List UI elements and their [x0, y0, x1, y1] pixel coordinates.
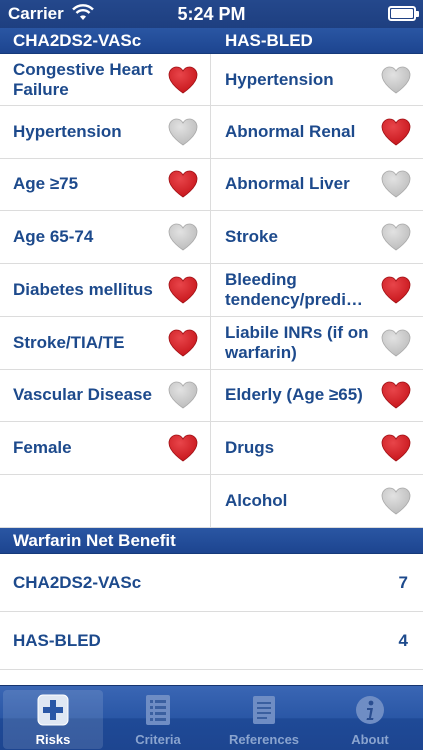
heart-empty-icon[interactable] [167, 222, 199, 252]
tab-label: Risks [35, 732, 71, 747]
heart-empty-icon[interactable] [380, 222, 412, 252]
criterion-vascular-disease[interactable]: Vascular Disease [0, 369, 211, 421]
criterion-label: Vascular Disease [13, 385, 152, 404]
criterion-label: Stroke/TIA/TE [13, 333, 125, 352]
criteria-row: Age ≥75 Abnormal Liver [0, 158, 423, 211]
tab-label: Criteria [135, 732, 181, 747]
heart-filled-icon[interactable] [167, 169, 199, 199]
clock: 5:24 PM [177, 4, 246, 24]
score-header: CHA2DS2-VASc HAS-BLED [0, 28, 423, 54]
heart-filled-icon[interactable] [167, 433, 199, 463]
warfarin-header-title: Warfarin Net Benefit [13, 531, 176, 550]
criterion-label: Stroke [225, 227, 278, 246]
criterion-age-65-74[interactable]: Age 65-74 [0, 211, 211, 263]
criteria-row: Diabetes mellitus Bleeding tendency/predi… [0, 264, 423, 317]
heart-filled-icon[interactable] [380, 275, 412, 305]
heart-empty-icon[interactable] [380, 328, 412, 358]
criterion-label: Drugs [225, 438, 275, 457]
heart-filled-icon[interactable] [380, 380, 412, 410]
criterion-abnormal-renal[interactable]: Abnormal Renal [211, 106, 423, 158]
criterion-label: Age 65-74 [13, 227, 94, 246]
criterion-liabile-inrs-if-on-warfarin[interactable]: Liabile INRs (if on warfarin) [211, 317, 423, 369]
criterion-hypertension[interactable]: Hypertension [0, 106, 211, 158]
plus-icon [37, 694, 69, 726]
tab-bar: Risks Criteria References About [0, 685, 423, 750]
heart-empty-icon[interactable] [167, 380, 199, 410]
score-label: CHA2DS2-VASc [13, 572, 142, 592]
criterion-abnormal-liver[interactable]: Abnormal Liver [211, 158, 423, 210]
criterion-label: Diabetes mellitus [13, 280, 153, 299]
tab-criteria[interactable]: Criteria [108, 690, 208, 749]
criterion-elderly-age-65[interactable]: Elderly (Age ≥65) [211, 369, 423, 421]
tab-risks[interactable]: Risks [3, 690, 103, 749]
tab-label: References [228, 732, 300, 747]
info-icon [356, 696, 384, 724]
criteria-row: Stroke/TIA/TE Liabile INRs (if on warfari… [0, 317, 423, 370]
criterion-label: Elderly (Age ≥65) [225, 385, 363, 404]
criterion-female[interactable]: Female [0, 422, 211, 474]
criteria-row: Hypertension Abnormal Renal [0, 106, 423, 159]
heart-filled-icon[interactable] [167, 65, 199, 95]
heart-filled-icon[interactable] [380, 117, 412, 147]
heart-filled-icon[interactable] [380, 433, 412, 463]
heart-empty-icon[interactable] [380, 486, 412, 516]
criterion-age-75[interactable]: Age ≥75 [0, 158, 211, 210]
criterion-label: Abnormal Liver [225, 174, 350, 193]
list-icon [146, 695, 170, 725]
score-row-cha2ds2-vasc: CHA2DS2-VASc 7 [0, 554, 423, 612]
criteria-row: Congestive Heart Failure Hypertension [0, 54, 423, 106]
criterion-label: Hypertension [225, 70, 334, 89]
empty-cell [0, 475, 211, 527]
criterion-stroke[interactable]: Stroke [211, 211, 423, 263]
criterion-diabetes-mellitus[interactable]: Diabetes mellitus [0, 264, 211, 316]
tab-references[interactable]: References [214, 690, 314, 749]
criterion-drugs[interactable]: Drugs [211, 422, 423, 474]
score-label: HAS-BLED [13, 630, 101, 650]
criterion-hypertension[interactable]: Hypertension [211, 54, 423, 106]
criterion-bleeding-tendency-predi[interactable]: Bleeding tendency/predi… [211, 264, 423, 316]
criteria-row: Vascular Disease Elderly (Age ≥65) [0, 369, 423, 422]
criterion-label: Abnormal Renal [225, 122, 356, 141]
criterion-label: Hypertension [13, 122, 122, 141]
criterion-label: Liabile INRs (if on warfarin) [225, 323, 369, 362]
heart-empty-icon[interactable] [380, 65, 412, 95]
battery-icon [388, 6, 419, 21]
tab-about[interactable]: About [320, 690, 420, 749]
heart-filled-icon[interactable] [167, 328, 199, 358]
heart-empty-icon[interactable] [167, 117, 199, 147]
criterion-congestive-heart-failure[interactable]: Congestive Heart Failure [0, 54, 211, 106]
heart-filled-icon[interactable] [167, 275, 199, 305]
score-value: 7 [398, 572, 408, 592]
document-icon [253, 696, 275, 724]
criterion-label: Female [13, 438, 72, 457]
criterion-label: Age ≥75 [13, 174, 79, 193]
criterion-alcohol[interactable]: Alcohol [211, 475, 423, 527]
status-bar: Carrier 5:24 PM [0, 0, 423, 28]
has-bled-header: HAS-BLED [225, 31, 313, 50]
criterion-label: Alcohol [225, 491, 288, 510]
criteria-row: Alcohol [0, 475, 423, 528]
heart-empty-icon[interactable] [380, 169, 412, 199]
criterion-label: Bleeding tendency/predi… [225, 270, 363, 309]
score-row-has-bled: HAS-BLED 4 [0, 612, 423, 670]
criteria-row: Female Drugs [0, 422, 423, 475]
criterion-label: Congestive Heart Failure [13, 60, 153, 99]
warfarin-header: Warfarin Net Benefit [0, 528, 423, 554]
score-value: 4 [398, 630, 408, 650]
criteria-row: Age 65-74 Stroke [0, 211, 423, 264]
tab-label: About [351, 732, 389, 747]
cha2ds2-vasc-header: CHA2DS2-VASc [13, 31, 142, 50]
criterion-stroke-tia-te[interactable]: Stroke/TIA/TE [0, 317, 211, 369]
